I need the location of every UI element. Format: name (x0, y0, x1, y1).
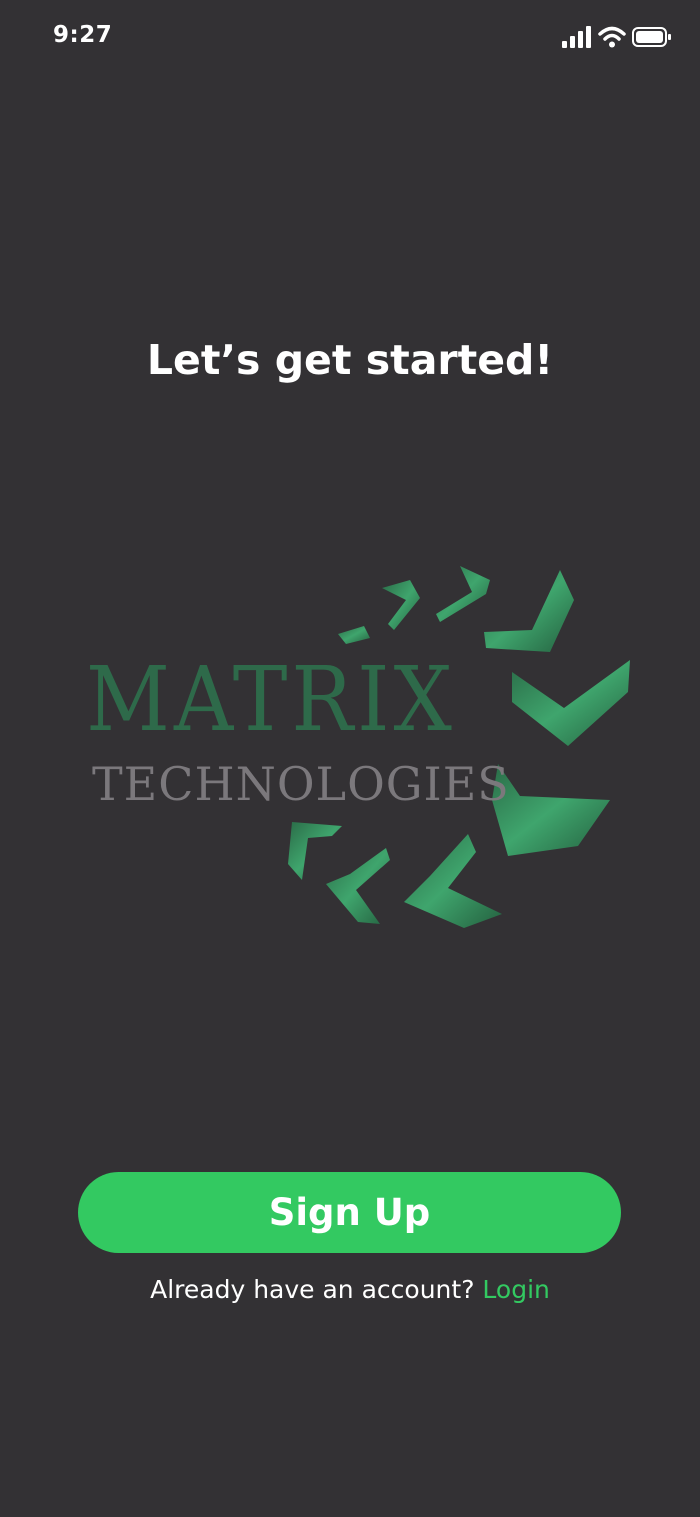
cellular-signal-icon (562, 26, 591, 48)
logo-brand-main: MATRIX (86, 648, 456, 752)
login-prompt: Already have an account? Login (0, 1270, 700, 1310)
matrix-technologies-logo: MATRIX TECHNOLOGIES (80, 560, 640, 940)
login-link[interactable]: Login (482, 1275, 549, 1304)
status-icons (562, 26, 672, 50)
page-title: Let’s get started! (146, 336, 554, 384)
wifi-icon (598, 26, 626, 48)
sign-up-button[interactable]: Sign Up (78, 1172, 621, 1253)
battery-icon (632, 27, 671, 47)
logo-brand-sub: TECHNOLOGIES (92, 757, 510, 811)
status-bar: 9:27 (0, 0, 700, 80)
login-prompt-text: Already have an account? (150, 1275, 475, 1304)
status-time: 9:27 (53, 22, 113, 48)
